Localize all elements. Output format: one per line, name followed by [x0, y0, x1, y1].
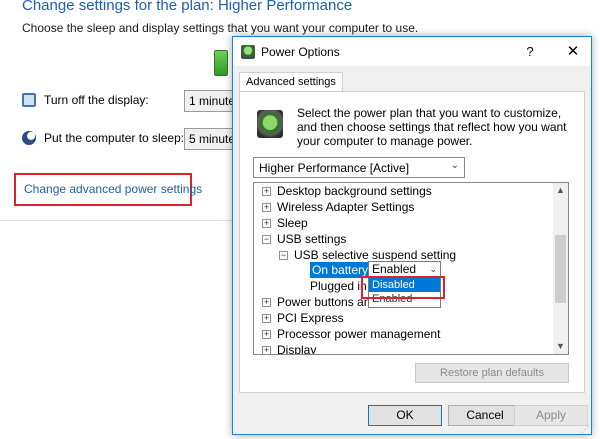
tree-item-processor[interactable]: + Processor power management [262, 326, 440, 342]
tree-item-label: USB settings [277, 232, 347, 246]
tab-strip: Advanced settings [233, 66, 591, 93]
tree-item-pci-express[interactable]: + PCI Express [262, 310, 344, 326]
tree-item-label: PCI Express [277, 311, 344, 325]
tree-item-label: Display [277, 343, 317, 354]
tree-content: + Desktop background settings + Wireless… [254, 183, 554, 354]
tree-item-label: Wireless Adapter Settings [277, 200, 415, 214]
page-subtitle: Choose the sleep and display settings th… [22, 21, 419, 35]
tree-item-usb[interactable]: − USB settings [262, 231, 346, 247]
expand-icon[interactable]: + [262, 202, 271, 212]
expand-icon[interactable]: + [262, 329, 271, 339]
tree-item-label: Desktop background settings [277, 184, 432, 198]
expand-icon[interactable]: + [262, 297, 271, 307]
tree-item-sleep[interactable]: + Sleep [262, 215, 308, 231]
power-options-icon [241, 44, 255, 59]
plugged-in-label: Plugged in [310, 279, 367, 293]
sleep-row: Put the computer to sleep: [22, 131, 184, 145]
title-bar[interactable]: Power Options ? ✕ [233, 37, 591, 66]
restore-defaults-button[interactable]: Restore plan defaults [415, 363, 569, 383]
collapse-icon[interactable]: − [262, 234, 271, 244]
power-plan-icon [257, 110, 283, 138]
chevron-down-icon: ⌄ [429, 264, 437, 274]
scroll-thumb[interactable] [555, 235, 566, 303]
scroll-down-icon[interactable]: ▼ [553, 339, 568, 354]
collapse-icon[interactable]: − [279, 250, 288, 260]
plan-select-value: Higher Performance [Active] [259, 161, 410, 175]
sleep-label: Put the computer to sleep: [44, 131, 185, 145]
on-battery-select[interactable]: Enabled ⌄ [368, 261, 441, 277]
dialog-title: Power Options [261, 44, 340, 59]
divider [0, 220, 232, 221]
expand-icon[interactable]: + [262, 218, 271, 228]
chevron-down-icon: ⌄ [450, 160, 459, 171]
cancel-button[interactable]: Cancel [448, 405, 522, 426]
tree-item-label: Processor power management [277, 327, 441, 341]
tree-item-wireless[interactable]: + Wireless Adapter Settings [262, 199, 414, 215]
advanced-power-settings-link[interactable]: Change advanced power settings [24, 182, 202, 196]
display-label: Turn off the display: [44, 93, 149, 107]
expand-icon[interactable]: + [262, 313, 271, 323]
description: Select the power plan that you want to c… [297, 106, 567, 148]
settings-tree[interactable]: + Desktop background settings + Wireless… [253, 182, 569, 355]
battery-icon [214, 50, 228, 76]
power-options-dialog: Power Options ? ✕ Advanced settings Sele… [232, 36, 592, 435]
on-battery-value: Enabled [372, 262, 417, 276]
page-title: Change settings for the plan: Higher Per… [22, 0, 353, 14]
ok-button[interactable]: OK [368, 405, 442, 426]
apply-button[interactable]: Apply [514, 405, 588, 426]
plan-select[interactable]: Higher Performance [Active] ⌄ [253, 157, 465, 178]
moon-icon [22, 131, 36, 145]
expand-icon[interactable]: + [262, 186, 271, 196]
scroll-up-icon[interactable]: ▲ [553, 183, 568, 198]
resize-grip-icon[interactable]: ⋰ [581, 425, 589, 434]
tree-item-desktop-background[interactable]: + Desktop background settings [262, 183, 432, 199]
tree-item-power-buttons[interactable]: + Power buttons and [262, 294, 377, 310]
help-button[interactable]: ? [515, 37, 545, 66]
tree-item-label: Sleep [277, 216, 308, 230]
tab-advanced-settings[interactable]: Advanced settings [239, 72, 343, 93]
expand-icon[interactable]: + [262, 345, 271, 354]
close-icon[interactable]: ✕ [555, 37, 591, 66]
callout-box [361, 276, 445, 299]
tree-item-plugged-in[interactable]: Plugged in [310, 278, 367, 294]
display-row: Turn off the display: [22, 93, 149, 107]
monitor-icon [22, 93, 36, 107]
tree-item-display[interactable]: + Display [262, 342, 316, 354]
tree-scrollbar[interactable]: ▲ ▼ [553, 183, 568, 354]
